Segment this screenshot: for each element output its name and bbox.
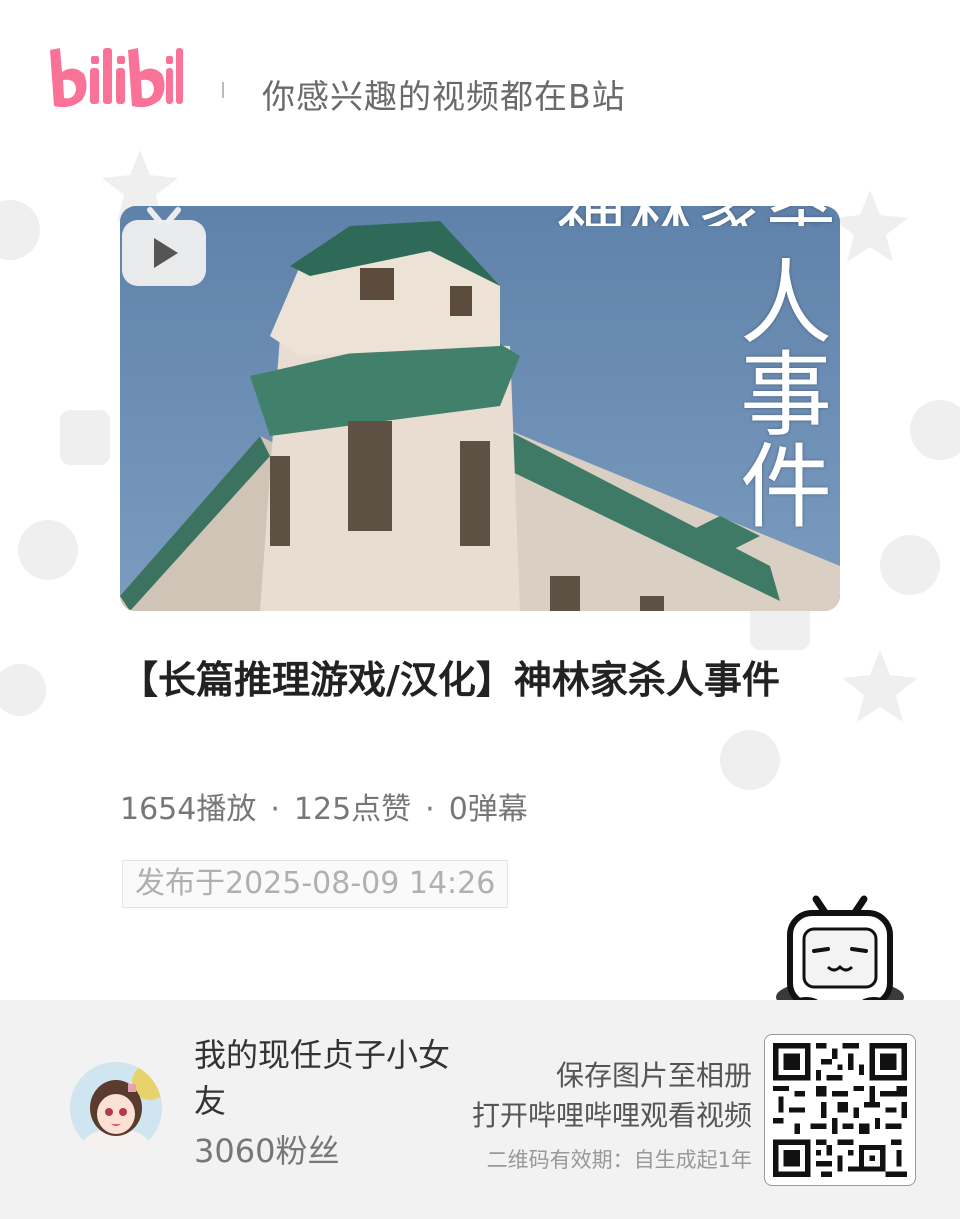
cover-char: 人 bbox=[739, 250, 832, 357]
header-divider bbox=[222, 82, 224, 98]
avatar[interactable] bbox=[70, 1062, 162, 1154]
like-count: 125点赞 bbox=[293, 792, 412, 827]
video-stats: 1654播放 · 125点赞 · 0弹幕 bbox=[120, 784, 528, 828]
publish-time: 发布于2025-08-09 14:26 bbox=[122, 860, 509, 908]
cta-save-image: 保存图片至相册 bbox=[555, 1059, 752, 1092]
danmaku-count: 0弹幕 bbox=[448, 792, 528, 827]
avatar-image bbox=[70, 1062, 162, 1154]
tv-play-icon[interactable] bbox=[120, 206, 208, 288]
cover-text-column: 人 事 件 bbox=[736, 258, 836, 534]
video-cover[interactable]: 神林家杀 人 事 件 bbox=[120, 206, 840, 611]
cover-char: 事 bbox=[739, 342, 832, 449]
fan-count: 3060粉丝 bbox=[194, 1132, 340, 1170]
share-footer: 我的现任贞子小女友 3060粉丝 保存图片至相册 打开哔哩哔哩观看视频 二维码有… bbox=[0, 1000, 960, 1219]
cover-image bbox=[120, 206, 840, 611]
share-instructions: 保存图片至相册 打开哔哩哔哩观看视频 二维码有效期：自生成起1年 bbox=[472, 1056, 752, 1174]
play-count: 1654播放 bbox=[120, 792, 257, 827]
cover-char: 件 bbox=[739, 434, 832, 541]
bilibili-logo[interactable]: bilibili bbox=[46, 44, 186, 112]
page-header: bilibili 你感兴趣的视频都在B站 bbox=[46, 44, 926, 116]
slogan: 你感兴趣的视频都在B站 bbox=[262, 77, 626, 116]
cover-text-top: 神林家杀 bbox=[416, 206, 836, 226]
stats-separator: · bbox=[425, 792, 435, 827]
uploader-name[interactable]: 我的现任贞子小女友 bbox=[194, 1032, 464, 1124]
qr-validity-note: 二维码有效期：自生成起1年 bbox=[486, 1148, 752, 1172]
cta-open-app: 打开哔哩哔哩观看视频 bbox=[471, 1099, 752, 1132]
qr-code[interactable] bbox=[764, 1034, 916, 1186]
video-title[interactable]: 【长篇推理游戏/汉化】神林家杀人事件 bbox=[120, 652, 840, 708]
stats-separator: · bbox=[270, 792, 280, 827]
qr-code-image bbox=[773, 1043, 907, 1177]
